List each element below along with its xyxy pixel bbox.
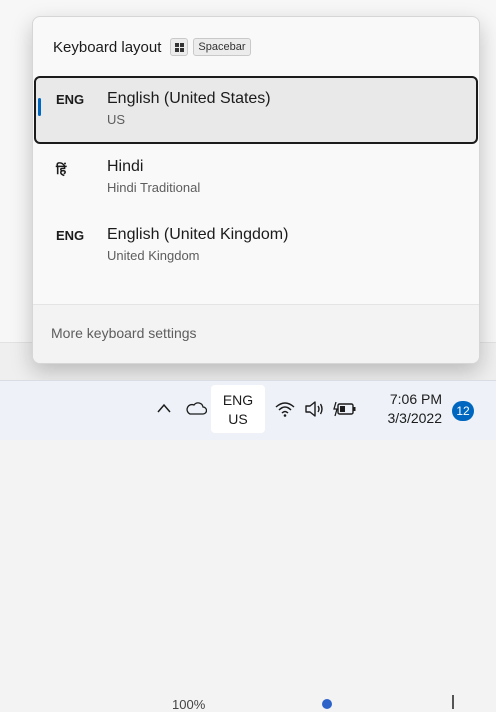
language-list: ENG English (United States) US हिं Hindi… — [33, 76, 479, 280]
input-layout: US — [228, 411, 248, 427]
language-name: Hindi — [107, 158, 144, 175]
zoom-level: 100% — [172, 697, 206, 712]
onedrive-cloud-icon[interactable] — [185, 401, 207, 415]
language-item-english-us[interactable]: ENG English (United States) US — [34, 76, 478, 144]
flyout-footer: More keyboard settings — [33, 305, 479, 363]
flyout-title: Keyboard layout — [53, 38, 162, 56]
flyout-header: Keyboard layout Spacebar — [53, 37, 251, 57]
clock-date: 3/3/2022 — [387, 410, 443, 426]
language-item-hindi[interactable]: हिं Hindi Hindi Traditional — [34, 144, 478, 212]
taskbar: ENG US 7:06 PM 3/3/2022 12 — [0, 380, 496, 440]
chevron-up-icon[interactable] — [157, 403, 171, 413]
input-language: ENG — [222, 392, 254, 408]
language-name: English (United Kingdom) — [107, 226, 289, 243]
notification-count-badge[interactable]: 12 — [452, 401, 474, 421]
zoom-plus-icon[interactable] — [452, 695, 454, 709]
language-code: हिं — [56, 162, 67, 177]
more-keyboard-settings-link[interactable]: More keyboard settings — [51, 325, 197, 341]
selection-indicator — [38, 98, 41, 116]
clock-time: 7:06 PM — [389, 391, 442, 407]
spacebar-key-chip: Spacebar — [193, 38, 251, 56]
wifi-icon[interactable] — [275, 401, 295, 417]
language-code: ENG — [56, 228, 85, 243]
language-layout: Hindi Traditional — [107, 180, 201, 195]
battery-charging-icon[interactable] — [333, 401, 357, 417]
windows-key-icon — [170, 38, 189, 56]
zoom-slider-knob[interactable] — [322, 699, 332, 709]
language-layout: United Kingdom — [107, 248, 200, 263]
language-name: English (United States) — [107, 90, 271, 107]
clock[interactable]: 7:06 PM 3/3/2022 — [372, 390, 443, 428]
language-item-english-uk[interactable]: ENG English (United Kingdom) United King… — [34, 212, 478, 280]
volume-icon[interactable] — [304, 400, 324, 418]
keyboard-layout-flyout: Keyboard layout Spacebar ENG English (Un… — [32, 16, 480, 364]
language-layout: US — [107, 112, 126, 127]
input-indicator-button[interactable]: ENG US — [211, 385, 265, 433]
language-code: ENG — [56, 92, 85, 107]
